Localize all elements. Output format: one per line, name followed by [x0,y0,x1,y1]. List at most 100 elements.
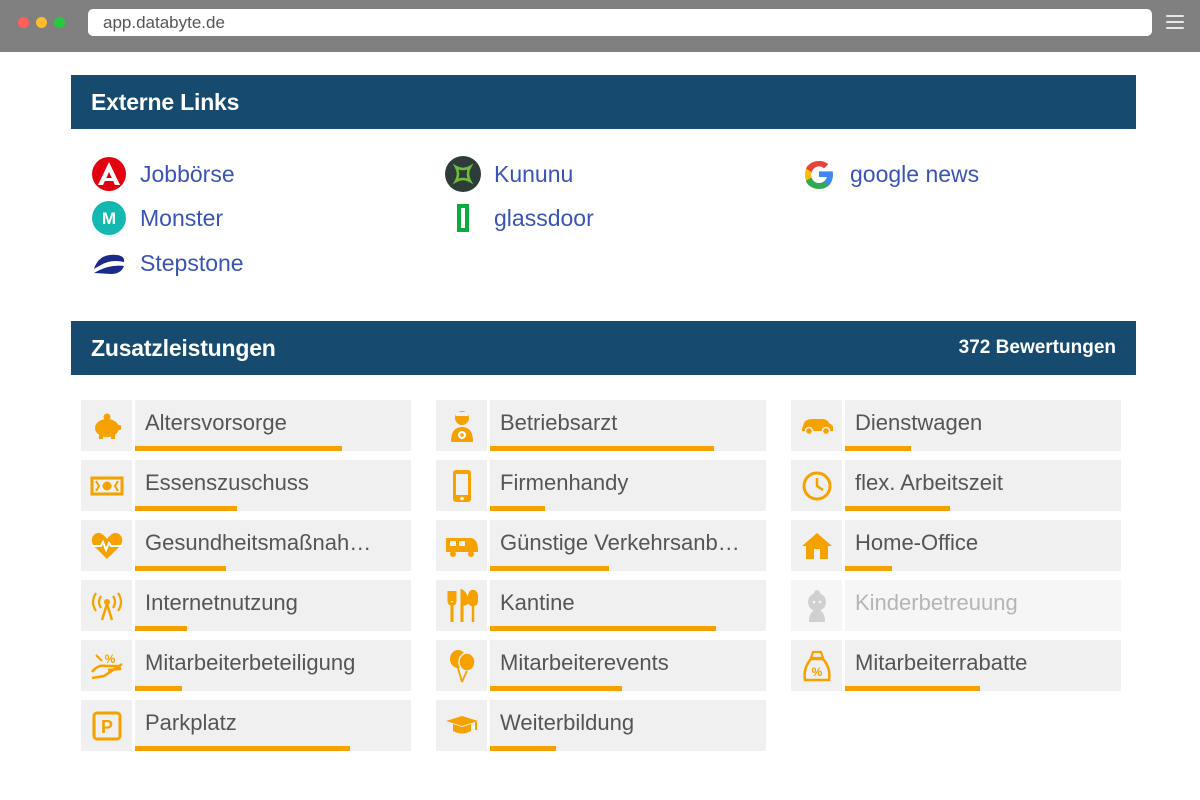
money-icon [81,460,132,511]
benefit-share-bar [490,446,714,451]
benefits-header: Zusatzleistungen 372 Bewertungen [71,321,1136,375]
google-logo-icon [800,155,838,193]
kununu-logo-icon [444,155,482,193]
benefit-label: Altersvorsorge [145,410,287,435]
benefit-mitarbeiterbeteiligung: % Mitarbeiterbeteiligung [81,640,411,691]
arbeitsagentur-logo-icon [90,155,128,193]
benefit-label: Kinderbetreuung [855,590,1018,615]
link-label: Monster [140,204,224,231]
link-label: Jobbörse [140,160,235,187]
benefit-share-bar [135,566,227,571]
svg-text:%: % [811,665,822,679]
benefit-label: Essenszuschuss [145,470,309,495]
benefit-label: Internetnutzung [145,590,298,615]
link-label: glassdoor [494,204,594,231]
svg-text:%: % [104,652,115,666]
benefit-share-bar [135,746,351,751]
link-kununu[interactable]: Kununu [444,154,573,194]
benefit-share-bar [845,446,912,451]
benefit-share-bar [135,446,342,451]
train-icon [436,520,487,571]
graduation-cap-icon [436,700,487,751]
discount-bag-icon: % [791,640,842,691]
benefit-label: Parkplatz [145,710,237,735]
benefit-label: Betriebsarzt [500,410,618,435]
benefit-altersvorsorge: Altersvorsorge [81,400,411,451]
benefit-share-bar [845,686,981,691]
benefit-dienstwagen: Dienstwagen [791,400,1121,451]
benefit-share-bar [845,506,950,511]
benefit-firmenhandy: Firmenhandy [436,460,766,511]
doctor-icon [436,400,487,451]
balloons-icon [436,640,487,691]
address-bar[interactable]: app.databyte.de [88,9,1152,36]
review-count: 372 Bewertungen [958,337,1116,358]
benefit-verkehrsanbindung: Günstige Verkehrsanb… [436,520,766,571]
clock-icon [791,460,842,511]
link-google-news[interactable]: google news [800,154,979,194]
benefit-share-bar [490,746,557,751]
benefit-label: Firmenhandy [500,470,629,495]
benefit-mitarbeiterevents: Mitarbeiterevents [436,640,766,691]
glassdoor-logo-icon [444,199,482,237]
benefit-label: Gesundheitsmaßnah… [145,530,372,555]
link-glassdoor[interactable]: glassdoor [444,198,594,238]
cutlery-icon [436,580,487,631]
benefit-label: flex. Arbeitszeit [855,470,1003,495]
benefit-label: Home-Office [855,530,979,555]
benefit-share-bar [490,506,546,511]
car-icon [791,400,842,451]
external-links-header: Externe Links [71,75,1136,129]
section-title: Zusatzleistungen [91,335,276,361]
monster-logo-icon: M [90,199,128,237]
benefit-share-bar [490,566,609,571]
benefit-flex-arbeitszeit: flex. Arbeitszeit [791,460,1121,511]
benefit-internetnutzung: Internetnutzung [81,580,411,631]
parking-icon: P [81,700,132,751]
house-icon [791,520,842,571]
benefit-mitarbeiterrabatte: % Mitarbeiterrabatte [791,640,1121,691]
benefit-essenszuschuss: Essenszuschuss [81,460,411,511]
link-stepstone[interactable]: Stepstone [90,243,244,283]
benefit-share-bar [135,626,188,631]
link-label: Kununu [494,160,574,187]
benefit-parkplatz: P Parkplatz [81,700,411,751]
benefit-betriebsarzt: Betriebsarzt [436,400,766,451]
link-label: google news [850,160,980,187]
svg-text:P: P [100,717,112,737]
svg-text:M: M [102,209,116,228]
benefit-label: Mitarbeiterrabatte [855,650,1028,675]
link-jobboerse[interactable]: Jobbörse [90,154,235,194]
benefit-label: Günstige Verkehrsanb… [500,530,740,555]
benefit-label: Kantine [500,590,575,615]
hamburger-menu-icon[interactable] [1166,15,1184,29]
link-monster[interactable]: M Monster [90,198,223,238]
benefit-label: Dienstwagen [855,410,983,435]
mobile-phone-icon [436,460,487,511]
stepstone-logo-icon [90,244,128,282]
benefit-share-bar [135,686,182,691]
section-title: Externe Links [91,89,240,115]
benefit-share-bar [845,566,892,571]
benefit-label: Weiterbildung [500,710,635,735]
heartbeat-icon [81,520,132,571]
benefit-gesundheitsmassnahmen: Gesundheitsmaßnah… [81,520,411,571]
benefit-share-bar [490,686,623,691]
percent-hand-icon: % [81,640,132,691]
baby-icon [791,580,842,631]
benefit-kinderbetreuung: Kinderbetreuung [791,580,1121,631]
window-close-button[interactable] [18,17,29,28]
benefit-label: Mitarbeiterbeteiligung [145,650,356,675]
piggy-bank-icon [81,400,132,451]
benefit-weiterbildung: Weiterbildung [436,700,766,751]
window-maximize-button[interactable] [54,17,65,28]
benefit-kantine: Kantine [436,580,766,631]
window-minimize-button[interactable] [36,17,47,28]
benefit-share-bar [490,626,717,631]
benefit-label: Mitarbeiterevents [500,650,669,675]
link-label: Stepstone [140,249,244,276]
browser-chrome: app.databyte.de [0,0,1200,52]
antenna-icon [81,580,132,631]
benefit-share-bar [135,506,238,511]
benefit-home-office: Home-Office [791,520,1121,571]
